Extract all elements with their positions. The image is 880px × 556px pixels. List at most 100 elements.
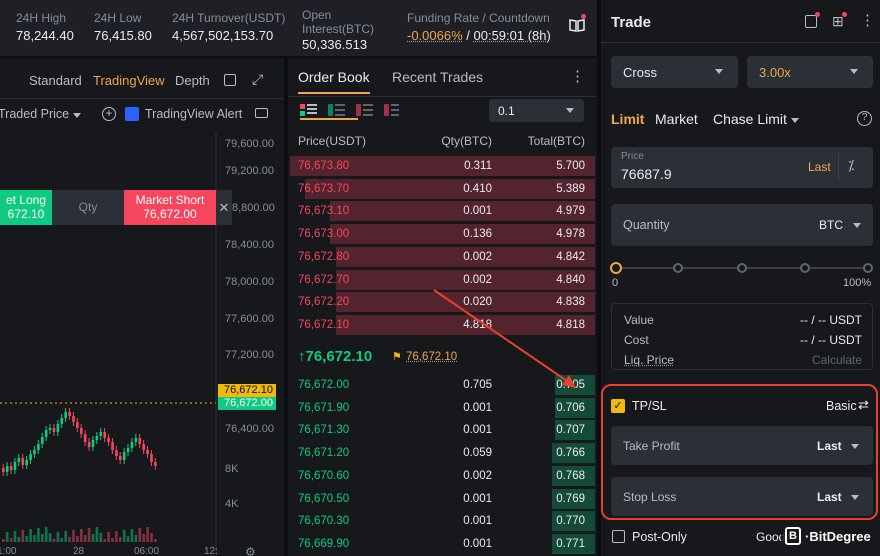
percent-icon[interactable]: ⁒ [848, 157, 854, 174]
bid-qty: 0.001 [463, 401, 492, 414]
stop-loss-input[interactable]: Stop Loss Last [611, 477, 873, 516]
ask-qty: 0.410 [463, 182, 492, 195]
candle-body [111, 442, 114, 450]
qty-slider-mark[interactable] [863, 263, 873, 273]
ask-row[interactable]: 76,673.00 0.136 4.978 [288, 223, 597, 246]
tradingview-alert-button[interactable]: TradingView Alert [145, 107, 242, 121]
stop-loss-trigger[interactable]: Last [817, 490, 842, 504]
settings-gear-icon[interactable]: ⚙ [245, 545, 256, 556]
mark-price: 76,672.10 [406, 351, 458, 363]
camera-icon[interactable] [255, 108, 268, 118]
liq-price-calculate[interactable]: Calculate [812, 353, 862, 367]
chevron-down-icon [715, 69, 723, 74]
precision-select[interactable]: 0.1 [489, 99, 584, 122]
ask-row[interactable]: 76,672.80 0.002 4.842 [288, 246, 597, 269]
qty-slider-mark[interactable] [737, 263, 747, 273]
stat-label: 24H Low [94, 11, 142, 25]
leverage-select[interactable]: 3.00x [747, 56, 873, 88]
quantity-unit[interactable]: BTC [819, 218, 843, 232]
market-short-button[interactable]: Market Short 76,672.00 [124, 190, 216, 225]
bid-row[interactable]: 76,669.90 0.001 0.771 [288, 533, 597, 556]
tab-chase-limit[interactable]: Chase Limit [713, 111, 799, 127]
stat-24h-turnover: 24H Turnover(USDT) 4,567,502,153.70 [172, 11, 285, 43]
ask-row[interactable]: 76,673.10 0.001 4.979 [288, 200, 597, 223]
slider-min-label: 0 [612, 277, 619, 289]
tpsl-mode-button[interactable]: Basic [826, 399, 857, 413]
stat-funding[interactable]: Funding Rate / Countdown -0.0066% / 00:5… [407, 11, 551, 43]
ask-qty: 4.818 [463, 318, 492, 331]
bid-row[interactable]: 76,671.20 0.059 0.766 [288, 442, 597, 465]
qty-slider-mark[interactable] [673, 263, 683, 273]
calculator-icon[interactable] [805, 15, 817, 28]
market-long-button[interactable]: et Long 672.10 [0, 190, 52, 225]
view-depth-tab[interactable]: Depth [175, 73, 210, 88]
margin-mode-select[interactable]: Cross [611, 56, 738, 88]
candle-body [115, 450, 118, 456]
more-vertical-icon[interactable]: ⋮ [860, 11, 875, 29]
help-icon[interactable]: ? [857, 111, 872, 126]
ask-row[interactable]: 76,673.70 0.410 5.389 [288, 178, 597, 201]
price-type-dropdown[interactable]: Traded Price [0, 107, 81, 121]
take-profit-trigger[interactable]: Last [817, 439, 842, 453]
ask-row[interactable]: 76,673.80 0.311 5.700 [288, 155, 597, 178]
tpsl-checkbox[interactable]: ✓ [611, 399, 625, 413]
bid-row[interactable]: 76,672.00 0.705 0.705 [288, 374, 597, 397]
tab-limit[interactable]: Limit [611, 111, 644, 127]
market-short-price: 76,672.00 [143, 207, 197, 221]
volume-bar [154, 539, 157, 542]
price-input[interactable]: Price 76687.9 Last ⁒ [611, 147, 873, 188]
bid-row[interactable]: 76,671.30 0.001 0.707 [288, 419, 597, 442]
close-icon[interactable]: ✕ [216, 190, 232, 225]
qty-slider-handle[interactable] [610, 262, 622, 274]
value-label: Value [624, 313, 654, 327]
bid-row[interactable]: 76,670.50 0.001 0.769 [288, 488, 597, 511]
book-icon[interactable] [569, 14, 586, 32]
quantity-input[interactable]: Quantity BTC [611, 204, 873, 246]
swap-icon[interactable]: ⇄ [858, 397, 869, 413]
tab-market[interactable]: Market [655, 111, 698, 127]
view-tradingview-tab[interactable]: TradingView [93, 73, 165, 88]
price-type-label: Traded Price [0, 107, 70, 121]
layout-both-icon[interactable] [300, 104, 317, 116]
ask-total: 4.838 [556, 296, 585, 309]
price-axis-label: 77,200.00 [225, 349, 274, 361]
tradingview-alert-icon [125, 107, 139, 121]
layout-grouped-icon[interactable] [384, 104, 399, 116]
fullscreen-box-icon[interactable] [224, 74, 236, 86]
bid-row[interactable]: 76,670.60 0.002 0.768 [288, 465, 597, 488]
volume-bar [119, 537, 122, 542]
ask-row[interactable]: 76,672.70 0.002 4.840 [288, 269, 597, 292]
volume-bar [103, 539, 106, 542]
tab-orderbook[interactable]: Order Book [298, 69, 370, 85]
qty-slider-mark[interactable] [800, 263, 810, 273]
more-vertical-icon[interactable]: ⋮ [570, 67, 585, 85]
col-header-price: Price(USDT) [298, 134, 366, 148]
time-axis-label: 28 [73, 546, 85, 556]
order-summary: Value -- / -- USDT Cost -- / -- USDT Liq… [611, 303, 873, 370]
candle-body [142, 444, 145, 450]
candle-body [48, 428, 52, 430]
ask-qty: 0.136 [463, 228, 492, 241]
quick-qty-input[interactable]: Qty [52, 190, 124, 225]
volume-bar [37, 528, 40, 542]
time-axis-label: 12: [204, 546, 218, 556]
bid-row[interactable]: 76,671.90 0.001 0.706 [288, 397, 597, 420]
bid-total: 0.771 [556, 537, 585, 550]
layout-bids-only-icon[interactable] [328, 104, 345, 116]
take-profit-input[interactable]: Take Profit Last [611, 426, 873, 465]
ask-row[interactable]: 76,672.10 4.818 4.818 [288, 314, 597, 337]
ask-row[interactable]: 76,672.20 0.020 4.838 [288, 291, 597, 314]
post-only-checkbox[interactable] [612, 530, 625, 543]
candle-body [138, 438, 142, 444]
expand-icon[interactable]: ⤢ [252, 71, 263, 88]
layout-asks-only-icon[interactable] [356, 104, 373, 116]
add-indicator-icon[interactable]: + [102, 107, 116, 121]
price-last-button[interactable]: Last [808, 160, 831, 174]
tab-recent-trades[interactable]: Recent Trades [392, 69, 483, 85]
stat-label: Interest(BTC) [302, 22, 375, 36]
stat-value: 4,567,502,153.70 [172, 28, 274, 43]
volume-bar [48, 533, 52, 542]
bid-row[interactable]: 76,670.30 0.001 0.770 [288, 510, 597, 533]
view-standard-tab[interactable]: Standard [29, 73, 82, 88]
candle-body [83, 434, 87, 442]
